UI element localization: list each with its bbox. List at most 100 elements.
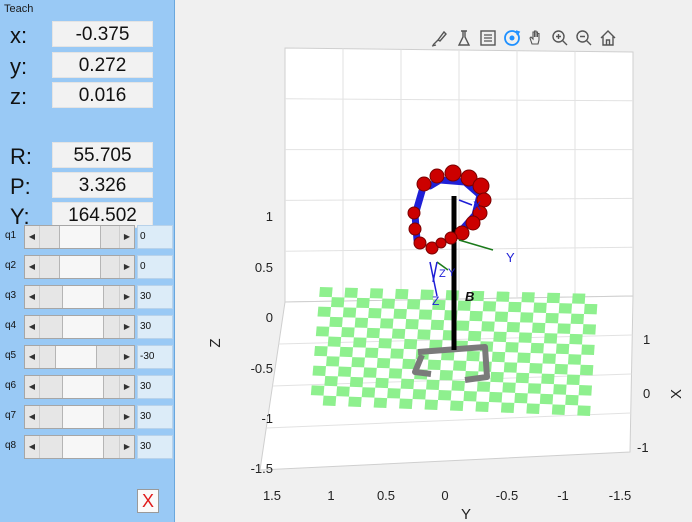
z-tick: -1 — [261, 411, 273, 426]
slider-track[interactable] — [39, 256, 120, 278]
joint-row-q8: q8 ◀ ▶ 30 — [0, 434, 175, 461]
z-tick: -0.5 — [251, 361, 273, 376]
joint-slider-q8[interactable]: ◀ ▶ — [24, 435, 135, 459]
joint-slider-q2[interactable]: ◀ ▶ — [24, 255, 135, 279]
joint-slider-q1[interactable]: ◀ ▶ — [24, 225, 135, 249]
joint-value-field[interactable]: 30 — [137, 405, 173, 429]
joint-value-field[interactable]: 30 — [137, 375, 173, 399]
slider-right-arrow-icon[interactable]: ▶ — [120, 226, 134, 248]
slider-thumb[interactable] — [62, 286, 104, 308]
pose-roll-label: R: — [10, 144, 32, 169]
joint-value-field[interactable]: 0 — [137, 225, 173, 249]
slider-thumb[interactable] — [62, 316, 104, 338]
joint-slider-q3[interactable]: ◀ ▶ — [24, 285, 135, 309]
joint-value-field[interactable]: 30 — [137, 285, 173, 309]
joint-slider-q4[interactable]: ◀ ▶ — [24, 315, 135, 339]
joint-row-q1: q1 ◀ ▶ 0 — [0, 224, 175, 251]
z-axis-label: Z — [207, 338, 224, 347]
plot-canvas[interactable]: B X Y Z Y Z 1 0.5 0 -0.5 -1 -1.5 Z 1.5 1… — [175, 0, 692, 522]
y-tick: 0.5 — [377, 488, 395, 503]
slider-right-arrow-icon[interactable]: ▶ — [120, 286, 134, 308]
x-tick: -1 — [637, 440, 649, 455]
joint-slider-q5[interactable]: ◀ ▶ — [24, 345, 135, 369]
y-tick: 1.5 — [263, 488, 281, 503]
joint-value-field[interactable]: -30 — [137, 345, 173, 369]
joint-slider-q6[interactable]: ◀ ▶ — [24, 375, 135, 399]
robot-3d-plot[interactable]: B X Y Z Y Z 1 0.5 0 -0.5 -1 -1.5 Z 1.5 1… — [175, 0, 692, 522]
joint-row-q2: q2 ◀ ▶ 0 — [0, 254, 175, 281]
slider-thumb[interactable] — [62, 406, 104, 428]
frame-label-y: Y — [506, 250, 515, 265]
slider-left-arrow-icon[interactable]: ◀ — [25, 226, 39, 248]
x-axis-ticks: 1 0 -1 — [637, 332, 650, 455]
slider-track[interactable] — [39, 376, 120, 398]
joint-label: q4 — [5, 320, 17, 331]
joint-value-field[interactable]: 0 — [137, 255, 173, 279]
teach-panel: Teach x: -0.375 y: 0.272 z: 0.016 R: 55.… — [0, 0, 175, 522]
joint-row-q7: q7 ◀ ▶ 30 — [0, 404, 175, 431]
slider-left-arrow-icon[interactable]: ◀ — [25, 256, 39, 278]
joint-row-q3: q3 ◀ ▶ 30 — [0, 284, 175, 311]
panel-title: Teach — [4, 3, 34, 15]
slider-thumb[interactable] — [62, 376, 104, 398]
pose-pitch-field[interactable]: 3.326 — [52, 172, 153, 198]
pose-x-field[interactable]: -0.375 — [52, 21, 153, 47]
pose-z-label: z: — [10, 84, 28, 109]
slider-left-arrow-icon[interactable]: ◀ — [25, 436, 39, 458]
x-tick: 0 — [643, 386, 650, 401]
slider-right-arrow-icon[interactable]: ▶ — [120, 406, 134, 428]
slider-right-arrow-icon[interactable]: ▶ — [120, 436, 134, 458]
slider-right-arrow-icon[interactable]: ▶ — [120, 346, 134, 368]
pose-x-label: x: — [10, 23, 28, 48]
joint-label: q3 — [5, 290, 17, 301]
slider-track[interactable] — [39, 226, 120, 248]
slider-thumb[interactable] — [55, 346, 97, 368]
y-tick: 0 — [441, 488, 448, 503]
joint-value-field[interactable]: 30 — [137, 315, 173, 339]
joint-label: q1 — [5, 230, 17, 241]
slider-track[interactable] — [39, 406, 120, 428]
z-tick: 1 — [266, 209, 273, 224]
slider-right-arrow-icon[interactable]: ▶ — [120, 256, 134, 278]
slider-left-arrow-icon[interactable]: ◀ — [25, 376, 39, 398]
y-tick: 1 — [327, 488, 334, 503]
z-tick: 0.5 — [255, 260, 273, 275]
close-button[interactable]: X — [137, 489, 159, 513]
slider-thumb[interactable] — [62, 436, 104, 458]
slider-left-arrow-icon[interactable]: ◀ — [25, 286, 39, 308]
y-tick: -1 — [557, 488, 569, 503]
frame-label-y-upper: Y — [448, 267, 456, 279]
slider-track[interactable] — [39, 346, 120, 368]
joint-label: q2 — [5, 260, 17, 271]
pose-roll-field[interactable]: 55.705 — [52, 142, 153, 168]
joint-slider-q7[interactable]: ◀ ▶ — [24, 405, 135, 429]
frame-label-z-upper: Z — [439, 268, 446, 280]
pose-y-label: y: — [10, 54, 28, 79]
slider-track[interactable] — [39, 436, 120, 458]
pose-pitch-label: P: — [10, 174, 31, 199]
pose-z-field[interactable]: 0.016 — [52, 82, 153, 108]
joint-value-field[interactable]: 30 — [137, 435, 173, 459]
slider-left-arrow-icon[interactable]: ◀ — [25, 346, 39, 368]
joint-row-q4: q4 ◀ ▶ 30 — [0, 314, 175, 341]
x-axis-label: X — [668, 389, 685, 399]
slider-track[interactable] — [39, 286, 120, 308]
slider-right-arrow-icon[interactable]: ▶ — [120, 316, 134, 338]
slider-thumb[interactable] — [59, 226, 101, 248]
slider-thumb[interactable] — [59, 256, 101, 278]
y-axis-ticks: 1.5 1 0.5 0 -0.5 -1 -1.5 — [263, 488, 631, 503]
y-axis-label: Y — [461, 506, 471, 522]
y-tick: -1.5 — [609, 488, 631, 503]
joint-row-q6: q6 ◀ ▶ 30 — [0, 374, 175, 401]
pose-y-field[interactable]: 0.272 — [52, 52, 153, 78]
joint-label: q7 — [5, 410, 17, 421]
slider-left-arrow-icon[interactable]: ◀ — [25, 406, 39, 428]
joint-row-q5: q5 ◀ ▶ -30 — [0, 344, 175, 371]
frame-label-z-lower: Z — [432, 294, 439, 308]
slider-left-arrow-icon[interactable]: ◀ — [25, 316, 39, 338]
slider-track[interactable] — [39, 316, 120, 338]
slider-right-arrow-icon[interactable]: ▶ — [120, 376, 134, 398]
joint-label: q6 — [5, 380, 17, 391]
joint-label: q8 — [5, 440, 17, 451]
x-tick: 1 — [643, 332, 650, 347]
